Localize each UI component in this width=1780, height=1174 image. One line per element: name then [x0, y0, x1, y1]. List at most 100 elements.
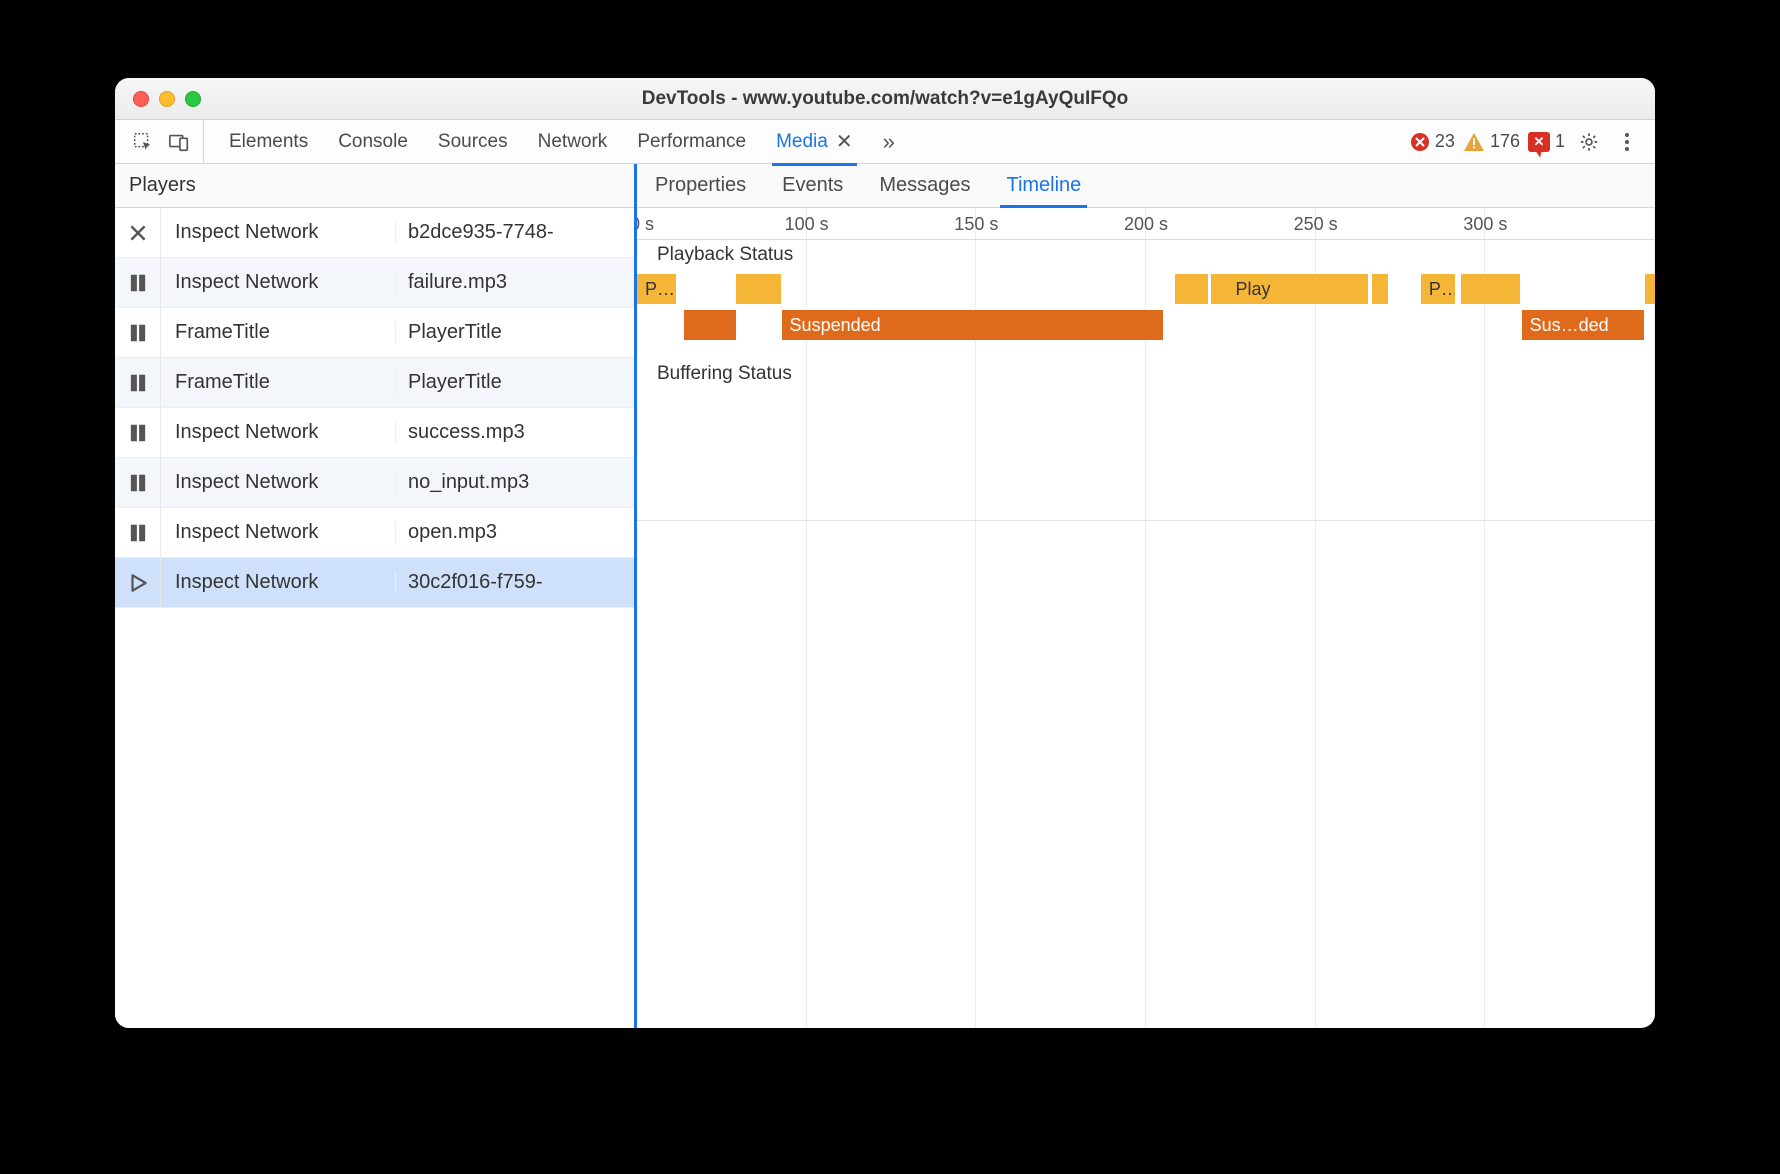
kebab-menu-icon[interactable] — [1613, 128, 1641, 156]
warning-icon — [1463, 132, 1485, 152]
player-row[interactable]: Inspect Networkb2dce935-7748- — [115, 208, 634, 258]
player-row[interactable]: Inspect Networkno_input.mp3 — [115, 458, 634, 508]
player-row[interactable]: Inspect Networksuccess.mp3 — [115, 408, 634, 458]
player-row[interactable]: Inspect Networkfailure.mp3 — [115, 258, 634, 308]
playback-status-label: Playback Status — [657, 244, 793, 266]
timeline-separator — [637, 520, 1655, 521]
media-subtabs: Properties Events Messages Timeline — [637, 164, 1655, 208]
detail-panel: Properties Events Messages Timeline 50 s… — [637, 164, 1655, 1028]
playback-bar[interactable] — [1211, 274, 1227, 304]
pause-icon — [115, 458, 161, 507]
traffic-lights — [115, 91, 201, 107]
suspended-track: Suspended Sus…ded — [637, 310, 1655, 340]
subtab-timeline[interactable]: Timeline — [1006, 174, 1081, 197]
player-title: PlayerTitle — [395, 371, 634, 394]
main-content: Players Inspect Networkb2dce935-7748-Ins… — [115, 164, 1655, 1028]
playback-bar[interactable]: P… — [1421, 274, 1456, 304]
pause-icon — [115, 408, 161, 457]
issues-count: 1 — [1555, 131, 1565, 152]
player-frame-title: Inspect Network — [161, 271, 395, 294]
playback-bar[interactable] — [1175, 274, 1209, 304]
subtab-properties[interactable]: Properties — [655, 174, 746, 197]
player-title: b2dce935-7748- — [395, 221, 634, 244]
panel-tabs: Elements Console Sources Network Perform… — [204, 120, 915, 163]
player-row[interactable]: FrameTitlePlayerTitle — [115, 358, 634, 408]
player-frame-title: Inspect Network — [161, 521, 395, 544]
timeline-view: 50 s100 s150 s200 s250 s300 s Playback S… — [637, 208, 1655, 1028]
players-sidebar: Players Inspect Networkb2dce935-7748-Ins… — [115, 164, 637, 1028]
pause-icon — [115, 308, 161, 357]
playback-bar[interactable]: Play — [1227, 274, 1367, 304]
player-row[interactable]: FrameTitlePlayerTitle — [115, 308, 634, 358]
timeline-tick: 150 s — [891, 214, 1061, 235]
player-row[interactable]: Inspect Network30c2f016-f759- — [115, 558, 634, 608]
active-tab-indicator — [772, 163, 857, 166]
window-close-button[interactable] — [133, 91, 149, 107]
subtab-messages[interactable]: Messages — [879, 174, 970, 197]
players-header: Players — [115, 164, 634, 208]
playback-bar[interactable] — [1372, 274, 1388, 304]
player-title: open.mp3 — [395, 521, 634, 544]
suspended-bar[interactable]: Suspended — [782, 310, 1164, 340]
player-frame-title: FrameTitle — [161, 371, 395, 394]
tab-sources[interactable]: Sources — [438, 131, 508, 153]
tab-performance[interactable]: Performance — [637, 131, 746, 153]
players-list: Inspect Networkb2dce935-7748-Inspect Net… — [115, 208, 634, 1028]
player-row[interactable]: Inspect Networkopen.mp3 — [115, 508, 634, 558]
timeline-tick: 250 s — [1231, 214, 1401, 235]
settings-icon[interactable] — [1575, 128, 1603, 156]
window-zoom-button[interactable] — [185, 91, 201, 107]
pause-icon — [115, 358, 161, 407]
timeline-ruler-baseline — [637, 239, 1655, 240]
player-frame-title: Inspect Network — [161, 471, 395, 494]
timeline-tick: 200 s — [1061, 214, 1231, 235]
errors-count: 23 — [1435, 131, 1455, 152]
player-title: failure.mp3 — [395, 271, 634, 294]
player-frame-title: Inspect Network — [161, 571, 395, 594]
pause-icon — [115, 508, 161, 557]
issues-icon: ✕ — [1528, 132, 1550, 152]
playback-bar[interactable] — [736, 274, 781, 304]
close-icon — [115, 208, 161, 257]
timeline-tick: 50 s — [637, 214, 722, 235]
tab-media[interactable]: Media — [776, 131, 828, 153]
error-icon — [1410, 132, 1430, 152]
player-title: success.mp3 — [395, 421, 634, 444]
player-title: 30c2f016-f759- — [395, 571, 634, 594]
status-badges: 23 176 ✕ 1 — [1410, 131, 1575, 152]
play-icon — [115, 558, 161, 607]
window-minimize-button[interactable] — [159, 91, 175, 107]
suspended-bar[interactable]: Sus…ded — [1522, 310, 1644, 340]
player-frame-title: Inspect Network — [161, 421, 395, 444]
player-title: PlayerTitle — [395, 321, 634, 344]
warnings-count: 176 — [1490, 131, 1520, 152]
warnings-badge[interactable]: 176 — [1463, 131, 1520, 152]
timeline-ruler: 50 s100 s150 s200 s250 s300 s — [637, 214, 1655, 235]
devtools-window: DevTools - www.youtube.com/watch?v=e1gAy… — [115, 78, 1655, 1028]
playback-bar[interactable] — [1461, 274, 1520, 304]
devtools-toolbar: Elements Console Sources Network Perform… — [115, 120, 1655, 164]
issues-badge[interactable]: ✕ 1 — [1528, 131, 1565, 152]
playback-track: P… Play P… — [637, 274, 1655, 304]
close-tab-icon[interactable]: ✕ — [836, 129, 853, 154]
playback-bar[interactable]: P… — [637, 274, 676, 304]
tab-console[interactable]: Console — [338, 131, 408, 153]
tab-elements[interactable]: Elements — [229, 131, 308, 153]
player-title: no_input.mp3 — [395, 471, 634, 494]
player-frame-title: Inspect Network — [161, 221, 395, 244]
subtab-events[interactable]: Events — [782, 174, 843, 197]
window-title: DevTools - www.youtube.com/watch?v=e1gAy… — [115, 88, 1655, 110]
window-titlebar: DevTools - www.youtube.com/watch?v=e1gAy… — [115, 78, 1655, 120]
inspect-element-icon[interactable] — [129, 128, 157, 156]
timeline-tick: 100 s — [722, 214, 892, 235]
suspended-bar[interactable] — [684, 310, 736, 340]
pause-icon — [115, 258, 161, 307]
timeline-tick: 300 s — [1400, 214, 1570, 235]
tab-network[interactable]: Network — [538, 131, 608, 153]
player-frame-title: FrameTitle — [161, 321, 395, 344]
buffering-status-label: Buffering Status — [657, 363, 792, 385]
more-tabs-icon[interactable]: » — [883, 129, 890, 155]
device-toolbar-icon[interactable] — [165, 128, 193, 156]
playback-bar[interactable] — [1645, 274, 1655, 304]
errors-badge[interactable]: 23 — [1410, 131, 1455, 152]
